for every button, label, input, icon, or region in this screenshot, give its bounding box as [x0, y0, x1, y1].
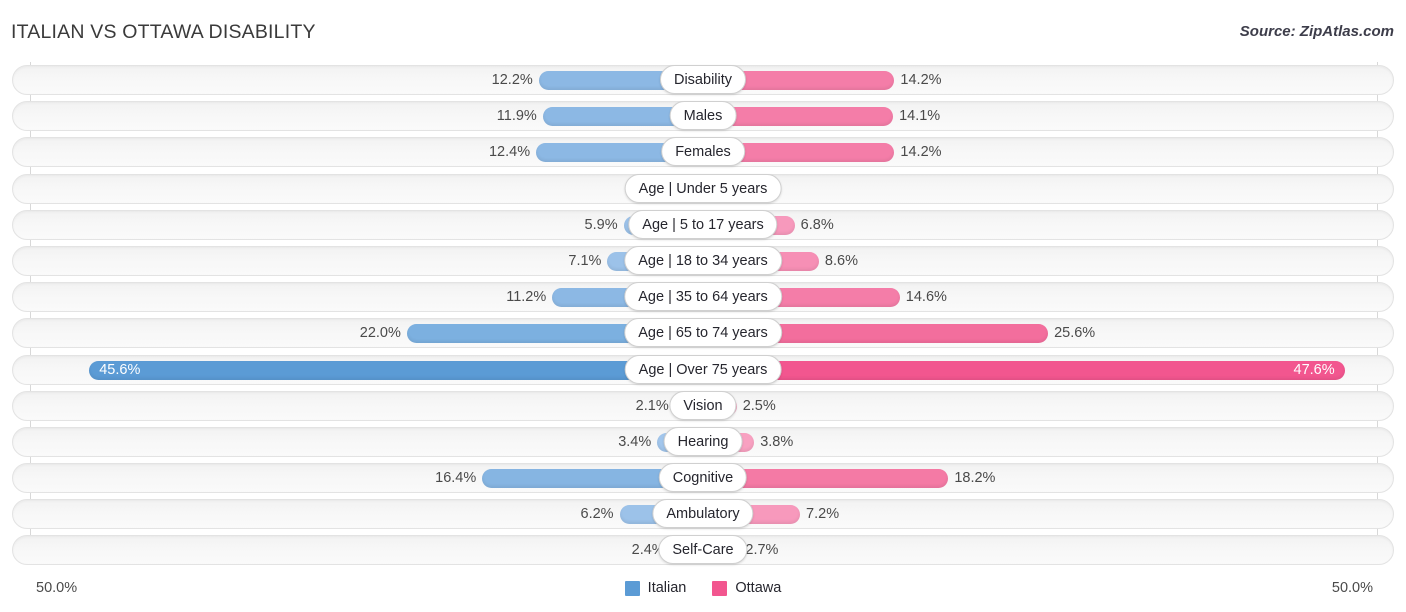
bar-value-left: 12.2%: [491, 72, 533, 88]
bar-value-left: 16.4%: [435, 470, 477, 487]
bar-value-right: 47.6%: [1293, 361, 1335, 378]
legend-item-ottawa[interactable]: Ottawa: [712, 580, 781, 596]
row-label-pill[interactable]: Age | 35 to 64 years: [624, 282, 782, 312]
bar-value-left: 7.1%: [568, 252, 602, 269]
bar-value-left: 5.9%: [584, 216, 618, 233]
chart-header: ITALIAN VS OTTAWA DISABILITY Source: Zip…: [0, 0, 1406, 60]
chart-page: ITALIAN VS OTTAWA DISABILITY Source: Zip…: [0, 0, 1406, 612]
row-label-pill[interactable]: Age | Under 5 years: [624, 173, 782, 203]
bar-row: 11.2% 14.6% Age | 35 to 64 years: [0, 279, 1406, 315]
row-label-pill[interactable]: Age | 65 to 74 years: [624, 318, 782, 348]
bar-row: 22.0% 25.6% Age | 65 to 74 years: [0, 315, 1406, 351]
bar-value-right: 2.5%: [742, 397, 776, 414]
bar-value-right: 14.2%: [900, 144, 942, 161]
row-label-pill[interactable]: Hearing: [663, 426, 743, 456]
bar-row: 45.6% 47.6% Age | Over 75 years: [0, 352, 1406, 388]
row-label-pill[interactable]: Vision: [669, 390, 737, 420]
bar-value-left: 6.2%: [580, 506, 614, 523]
row-label-pill[interactable]: Ambulatory: [652, 499, 754, 529]
bar-value-left: 22.0%: [359, 325, 401, 342]
bar-value-right: 14.6%: [905, 289, 947, 306]
bar-row: 16.4% 18.2% Cognitive: [0, 460, 1406, 496]
bar-row: 7.1% 8.6% Age | 18 to 34 years: [0, 243, 1406, 279]
bar-row: 2.4% 2.7% Self-Care: [0, 532, 1406, 568]
bar-value-right: 25.6%: [1054, 325, 1096, 342]
bar-value-right: 14.2%: [900, 72, 942, 88]
bar-value-left: 45.6%: [99, 361, 141, 378]
bar-value-right: 8.6%: [824, 252, 858, 269]
row-label-pill[interactable]: Age | Over 75 years: [624, 354, 782, 384]
chart-plot-area: 12.2% 14.2% Disability 11.9% 14.1% Males 12.4%…: [0, 62, 1406, 570]
bar-value-right: 18.2%: [954, 470, 996, 487]
bar-value-left: 11.9%: [496, 108, 537, 125]
row-label-pill[interactable]: Age | 18 to 34 years: [624, 245, 782, 275]
legend-label-ottawa: Ottawa: [735, 580, 782, 596]
bar-value-right: 6.8%: [800, 216, 834, 233]
row-label-pill[interactable]: Disability: [659, 65, 747, 94]
row-label-pill[interactable]: Age | 5 to 17 years: [628, 209, 778, 239]
legend-item-italian[interactable]: Italian: [624, 580, 687, 596]
bar-row: 3.4% 3.8% Hearing: [0, 424, 1406, 460]
bar-value-right: 3.8%: [760, 433, 794, 450]
row-label-pill[interactable]: Self-Care: [658, 535, 748, 565]
bar-row: 5.9% 6.8% Age | 5 to 17 years: [0, 207, 1406, 243]
legend-swatch-icon-italian: [624, 580, 640, 596]
row-label-pill[interactable]: Males: [669, 101, 737, 131]
bar-row: 11.9% 14.1% Males: [0, 98, 1406, 134]
bar-row: 2.1% 2.5% Vision: [0, 388, 1406, 424]
bar-value-right: 14.1%: [899, 108, 941, 125]
bar-value-left: 3.4%: [618, 433, 652, 450]
bar-row: 12.2% 14.2% Disability: [0, 62, 1406, 98]
row-label-pill[interactable]: Females: [661, 137, 745, 167]
page-title: ITALIAN VS OTTAWA DISABILITY: [11, 21, 316, 43]
legend-label-italian: Italian: [647, 580, 687, 596]
source-attribution: Source: ZipAtlas.com: [1239, 23, 1394, 40]
bar-rows-container: 12.2% 14.2% Disability 11.9% 14.1% Males 12.4%…: [0, 62, 1406, 569]
bar-row: 1.6%1.7%Age | Under 5 years: [0, 171, 1406, 207]
bar-value-left: 11.2%: [506, 289, 547, 306]
chart-footer: 50.0% 50.0% Italian Ottawa: [0, 572, 1406, 612]
bar-row: 6.2% 7.2% Ambulatory: [0, 496, 1406, 532]
bar-value-left: 12.4%: [488, 144, 531, 161]
bar-row: 12.4% 14.2% Females: [0, 134, 1406, 170]
row-label-pill[interactable]: Cognitive: [658, 463, 748, 493]
bar-value-right: 7.2%: [806, 506, 840, 523]
legend-swatch-icon-ottawa: [712, 580, 728, 596]
chart-legend: Italian Ottawa: [0, 580, 1406, 596]
